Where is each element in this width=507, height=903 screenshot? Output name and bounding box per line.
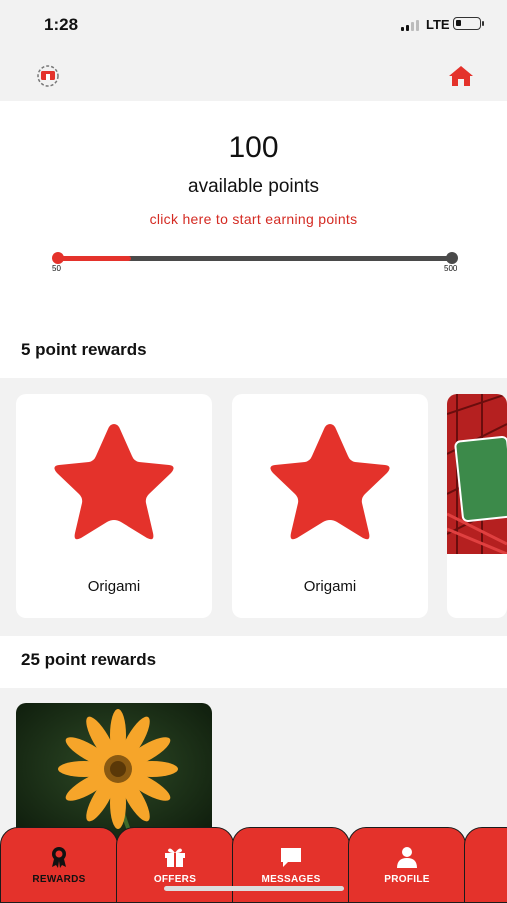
progress-min-label: 50 xyxy=(52,264,61,273)
progress-max-label: 500 xyxy=(444,264,458,273)
star-icon xyxy=(270,424,390,540)
star-icon xyxy=(54,424,174,540)
award-icon xyxy=(52,847,66,868)
reward-card[interactable] xyxy=(16,703,212,843)
top-nav xyxy=(0,55,507,100)
reward-card-label: Origami xyxy=(87,578,141,595)
tab-label: MESSAGES xyxy=(261,874,321,885)
points-label: available points xyxy=(188,176,319,197)
signal-icon xyxy=(401,20,419,31)
gift-logo-icon[interactable] xyxy=(33,65,63,87)
network-type: LTE xyxy=(426,17,450,32)
tab-label: PROFILE xyxy=(384,874,430,885)
progress-start-dot xyxy=(52,252,64,264)
progress-end-dot xyxy=(446,252,458,264)
section-header-25-points: 25 point rewards xyxy=(0,636,507,688)
tab-label: OFFERS xyxy=(153,874,197,885)
reward-card[interactable] xyxy=(447,394,507,618)
tab-label: REWARDS xyxy=(32,874,86,885)
reward-card[interactable]: Origami xyxy=(232,394,428,618)
tab-profile[interactable]: PROFILE xyxy=(348,827,466,903)
tab-offers[interactable]: OFFERS xyxy=(116,827,234,903)
status-time: 1:28 xyxy=(44,15,79,34)
reward-card[interactable]: Origami xyxy=(16,394,212,618)
earn-points-link[interactable]: click here to start earning points xyxy=(0,211,507,227)
person-icon xyxy=(397,847,417,868)
section-header-5-points: 5 point rewards xyxy=(0,326,507,378)
flower-image xyxy=(16,703,212,843)
home-icon[interactable] xyxy=(448,65,474,87)
tab-messages[interactable]: MESSAGES xyxy=(232,827,350,903)
tab-more[interactable] xyxy=(464,827,507,903)
reward-card-label: Origami xyxy=(303,578,357,595)
points-value: 100 xyxy=(228,131,279,164)
points-progress-bar xyxy=(56,256,452,261)
points-progress-fill xyxy=(56,256,132,261)
points-summary-card: 100 available points click here to start… xyxy=(0,101,507,326)
section-title: 25 point rewards xyxy=(21,650,157,669)
tab-rewards[interactable]: REWARDS xyxy=(0,827,118,903)
home-indicator xyxy=(164,886,344,891)
gift-icon xyxy=(165,848,185,867)
money-image xyxy=(447,394,507,554)
status-bar: 1:28 LTE xyxy=(0,0,507,50)
section-title: 5 point rewards xyxy=(21,340,147,359)
battery-icon xyxy=(453,17,484,30)
chat-icon xyxy=(281,848,301,867)
